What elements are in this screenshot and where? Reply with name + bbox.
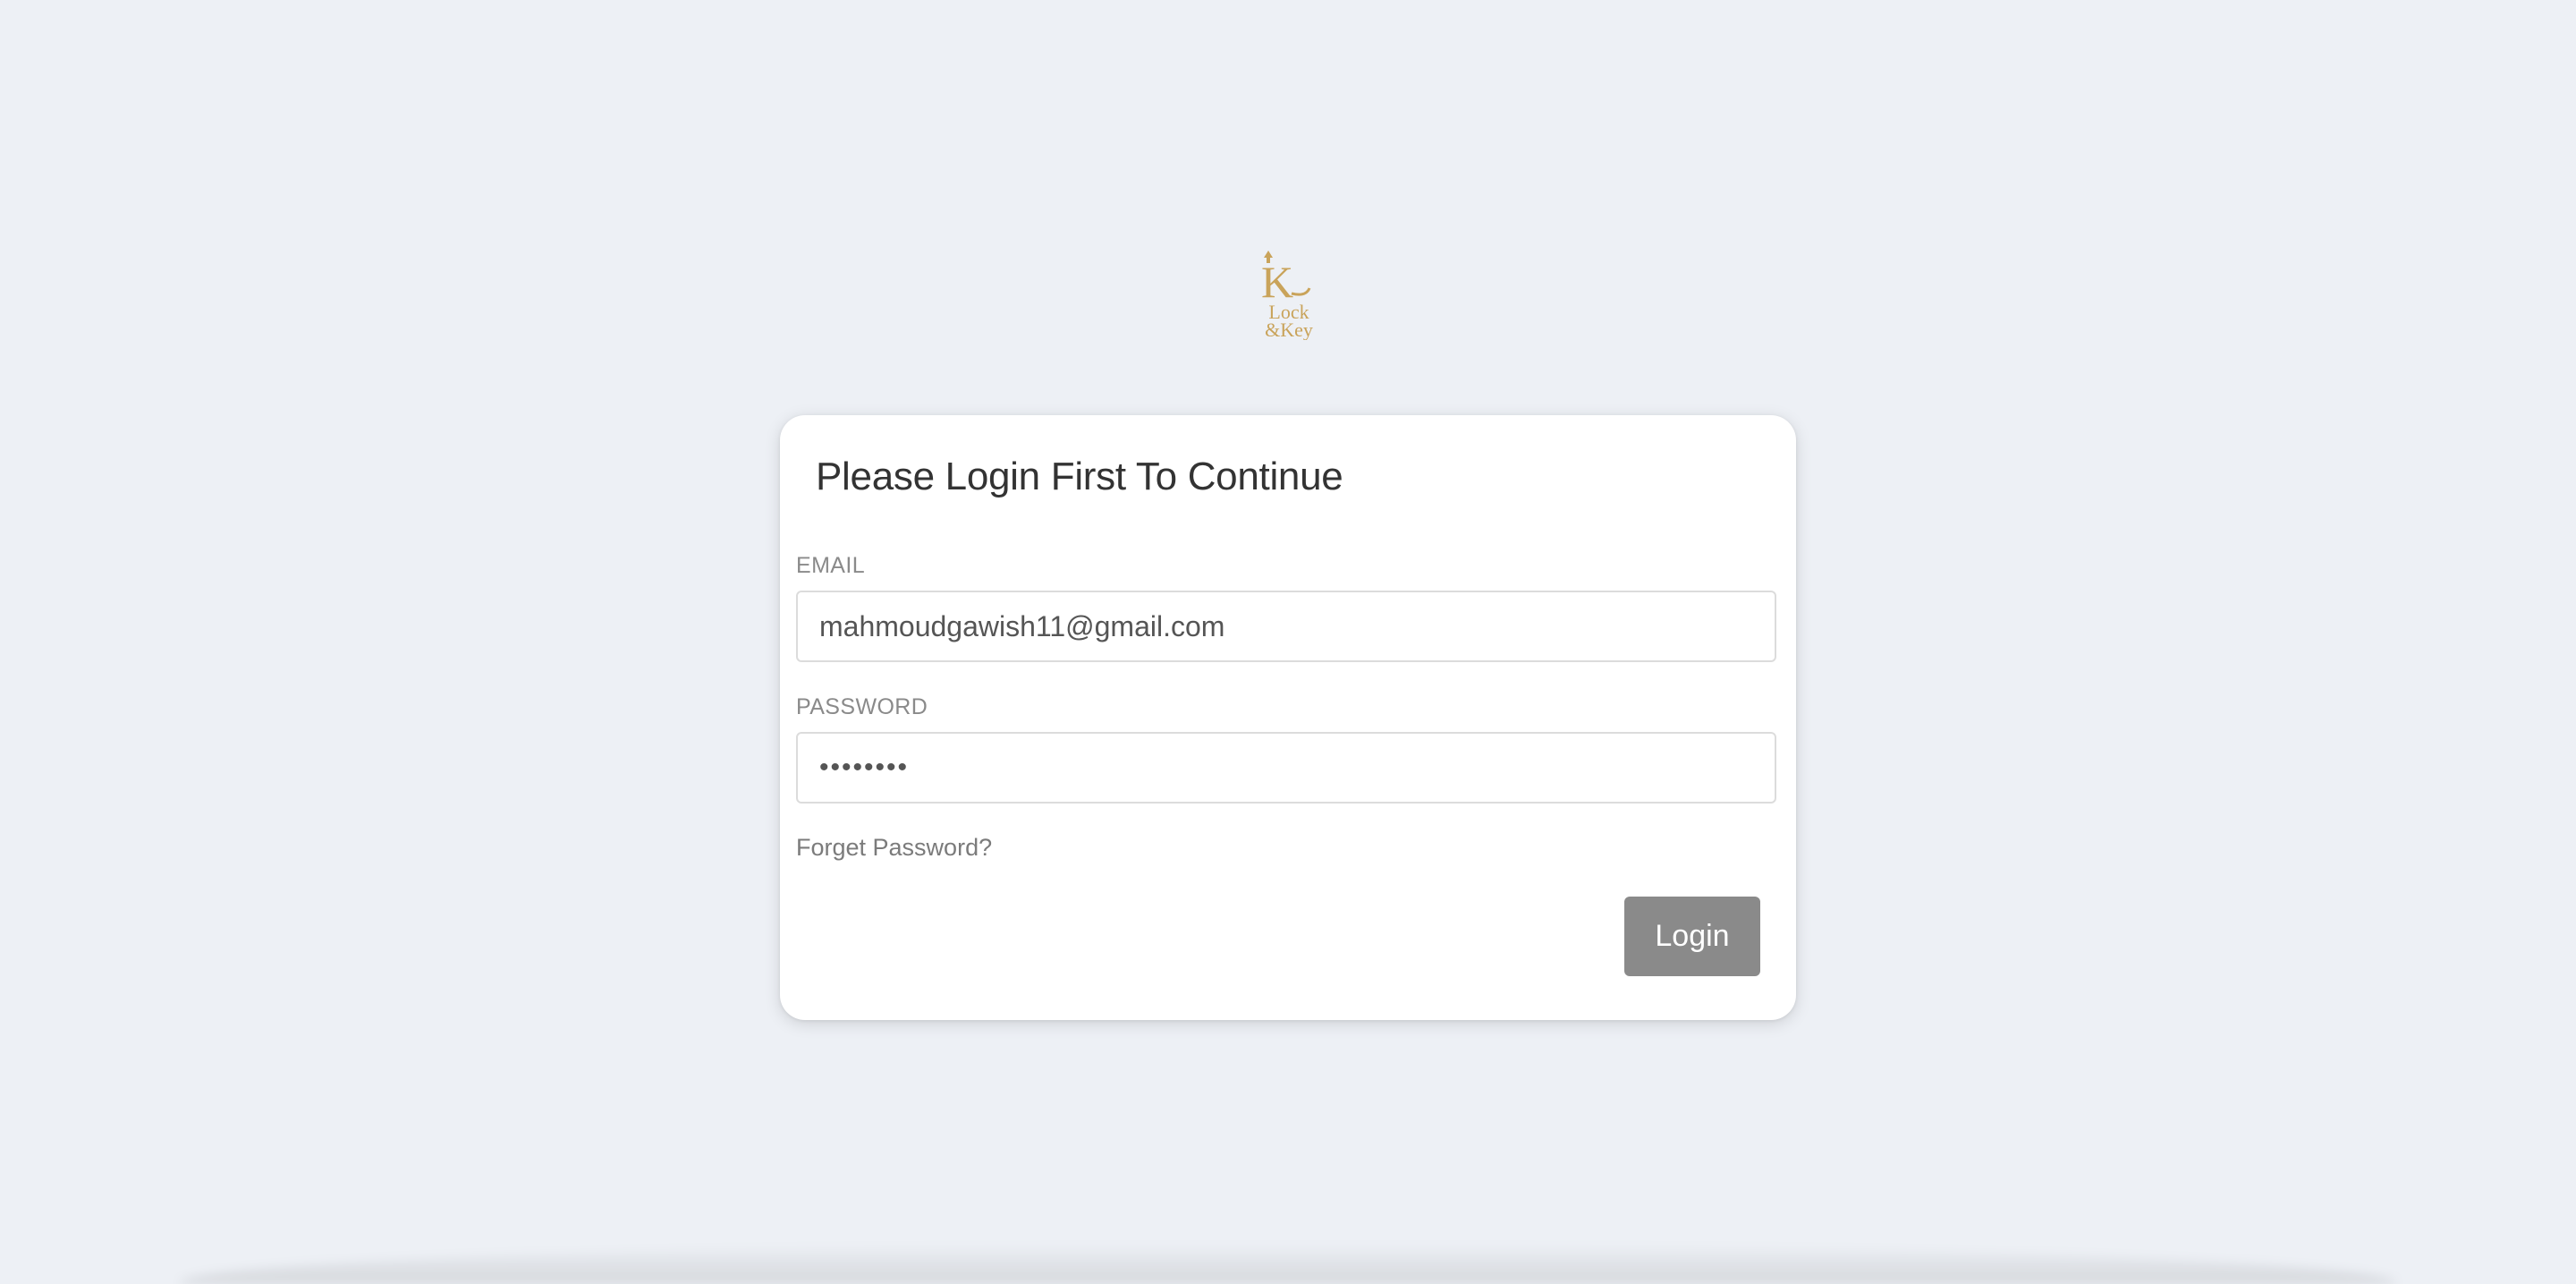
password-label: PASSWORD [796,694,928,719]
svg-text:&Key: &Key [1265,319,1313,340]
lock-and-key-logo: K Lock &Key [1252,247,1326,340]
email-label: EMAIL [796,553,866,578]
forgot-password-link[interactable]: Forget Password? [796,834,992,862]
login-page: K Lock &Key Please Login First To Contin… [0,0,2576,1284]
login-title: Please Login First To Continue [816,455,1343,498]
password-value: •••••••• [819,753,910,782]
login-button[interactable]: Login [1624,897,1760,976]
email-field[interactable] [796,591,1776,662]
bottom-shadow [179,1244,2397,1284]
password-field[interactable]: •••••••• [796,732,1776,804]
svg-text:K: K [1261,257,1293,307]
login-card: Please Login First To Continue EMAIL PAS… [780,415,1796,1020]
